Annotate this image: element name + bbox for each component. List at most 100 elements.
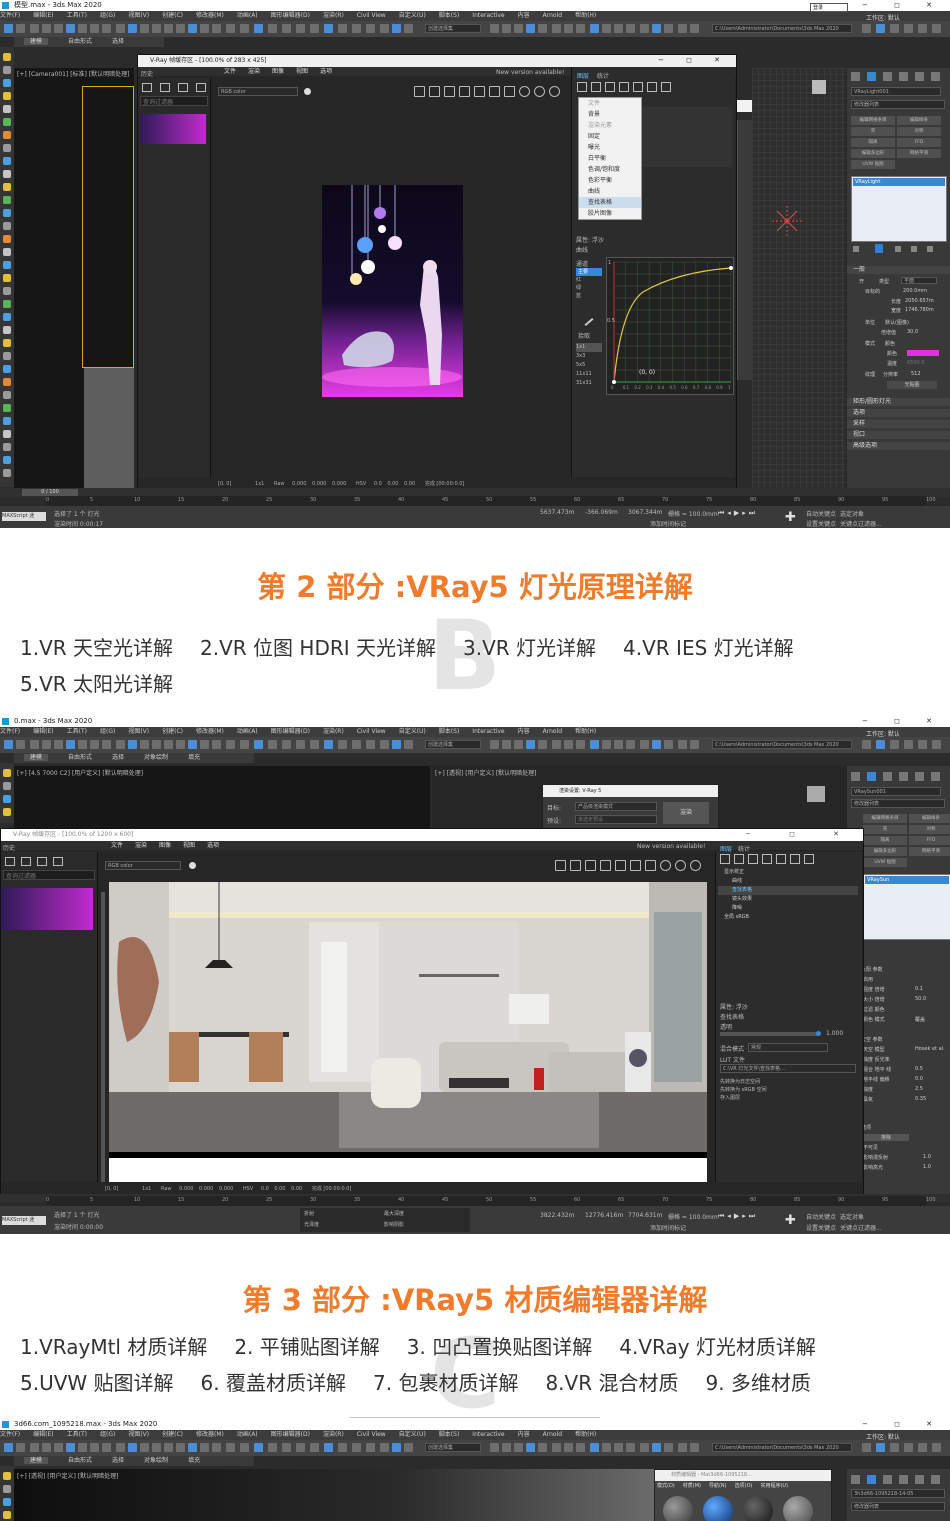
lut-opacity-value[interactable]: 1.000 xyxy=(826,1030,843,1037)
modifier-button[interactable]: 网格平滑 xyxy=(897,149,941,158)
toolbar-button-icon[interactable] xyxy=(576,1443,585,1452)
load-history-icon[interactable] xyxy=(160,83,170,92)
vfb-menu-item[interactable]: 视图 xyxy=(296,68,308,75)
toolbar-button-icon[interactable] xyxy=(338,24,347,33)
menu-item[interactable]: 创建(C) xyxy=(162,1431,183,1438)
lut-option-checkbox[interactable]: 存入图层 xyxy=(720,1094,856,1102)
toolbar-button-icon[interactable] xyxy=(212,740,221,749)
create-tool-icon[interactable] xyxy=(3,326,11,334)
create-tool-icon[interactable] xyxy=(3,391,11,399)
menu-item-3[interactable]: 固定 xyxy=(579,131,641,142)
toolbar-button-icon[interactable] xyxy=(282,740,291,749)
menu-item[interactable]: 组(G) xyxy=(100,1431,115,1438)
toolbar-button-icon[interactable] xyxy=(502,24,511,33)
create-tool-icon[interactable] xyxy=(3,118,11,126)
toolbar-button-icon[interactable] xyxy=(590,1443,599,1452)
create-tool-icon[interactable] xyxy=(3,183,11,191)
create-tool-icon[interactable] xyxy=(3,456,11,464)
selected-dropdown[interactable]: 选定对象 xyxy=(840,1212,864,1221)
sky-param-value[interactable]: Hosek et al. xyxy=(915,1046,945,1052)
create-tool-icon[interactable] xyxy=(3,339,11,347)
show-end-result-icon[interactable] xyxy=(875,244,883,253)
ribbon-tab[interactable]: 对象绘制 xyxy=(144,1457,168,1464)
toolbar-button-icon[interactable] xyxy=(296,740,305,749)
history-filter-input[interactable]: 查询过滤器 xyxy=(3,870,95,880)
vfb-window-controls[interactable]: − ◻ ✕ xyxy=(658,56,730,64)
toolbar-button-icon[interactable] xyxy=(590,24,599,33)
toolbar-button-icon[interactable] xyxy=(862,740,871,749)
utilities-tab-icon[interactable] xyxy=(931,1475,940,1484)
toolbar-button-icon[interactable] xyxy=(66,1443,75,1452)
workspace-label[interactable]: 工作区: 默认 xyxy=(866,729,900,738)
viewcube[interactable] xyxy=(812,80,826,94)
lut-blend-dropdown[interactable]: 常规 xyxy=(748,1043,828,1052)
hierarchy-tab-icon[interactable] xyxy=(883,72,892,81)
menu-item[interactable]: 脚本(S) xyxy=(439,12,460,19)
toolbar-button-icon[interactable] xyxy=(176,1443,185,1452)
coord-x[interactable]: 3822.432m xyxy=(540,1212,574,1219)
toolbar-button-icon[interactable] xyxy=(254,1443,263,1452)
material-menu-item[interactable]: 选项(O) xyxy=(735,1483,753,1489)
toolbar-button-icon[interactable] xyxy=(380,1443,389,1452)
create-tool-icon[interactable] xyxy=(3,222,11,230)
color-circle-icon[interactable] xyxy=(304,88,311,95)
pin-stack-icon[interactable] xyxy=(853,246,859,252)
sky-params-header[interactable]: 天空 参数 xyxy=(861,1036,883,1043)
motion-tab-icon[interactable] xyxy=(899,772,908,781)
rs-preset-dropdown[interactable]: 未选定预设 xyxy=(575,815,657,824)
save-layers-icon[interactable] xyxy=(591,82,601,92)
toolbar-button-icon[interactable] xyxy=(102,1443,111,1452)
region-icon[interactable] xyxy=(600,860,611,871)
toolbar-button-icon[interactable] xyxy=(102,24,111,33)
track-mouse-icon[interactable] xyxy=(489,86,500,97)
redo-icon[interactable] xyxy=(804,854,814,864)
create-tool-icon[interactable] xyxy=(3,79,11,87)
toolbar-button-icon[interactable] xyxy=(626,24,635,33)
viewport-label[interactable]: [+] [Camera001] [标准] [默认明暗处理] xyxy=(17,69,129,78)
menu-item[interactable]: 动画(A) xyxy=(237,1431,258,1438)
window-controls[interactable]: − ◻ ✕ xyxy=(862,716,944,727)
create-tool-icon[interactable] xyxy=(3,300,11,308)
material-slot-1[interactable] xyxy=(663,1496,693,1521)
menu-item-4[interactable]: 曝光 xyxy=(579,142,641,153)
vfb-menu-item[interactable]: 文件 xyxy=(111,842,123,849)
vfb-hsv[interactable]: HSV xyxy=(356,481,366,487)
load-history-icon[interactable] xyxy=(21,857,31,866)
create-tool-icon[interactable] xyxy=(3,157,11,165)
toolbar-button-icon[interactable] xyxy=(324,1443,333,1452)
workspace-label[interactable]: 工作区: 默认 xyxy=(866,1432,900,1441)
menu-item[interactable]: 修改器(M) xyxy=(196,728,224,735)
modifier-button[interactable]: 编辑多边形 xyxy=(863,847,907,856)
toolbar-button-icon[interactable] xyxy=(890,24,899,33)
list-icon[interactable] xyxy=(633,82,643,92)
toolbar-button-icon[interactable] xyxy=(42,740,51,749)
toolbar-button-icon[interactable] xyxy=(268,1443,277,1452)
toolbar-button-icon[interactable] xyxy=(212,1443,221,1452)
project-path-field[interactable]: C:\Users\Administrator\Documents\3ds Max… xyxy=(712,24,852,33)
toolbar-button-icon[interactable] xyxy=(640,24,649,33)
prop-tex-label[interactable]: 纹理 xyxy=(865,371,875,378)
create-tool-icon[interactable] xyxy=(3,287,11,295)
sun-param-value[interactable]: 0.1 xyxy=(915,986,923,992)
region-icon[interactable] xyxy=(459,86,470,97)
create-tool-icon[interactable] xyxy=(3,105,11,113)
toolbar-button-icon[interactable] xyxy=(890,1443,899,1452)
modifier-button[interactable]: 编辑网格条目 xyxy=(851,116,895,125)
toolbar-button-icon[interactable] xyxy=(380,740,389,749)
menu-item-5[interactable]: 白平衡 xyxy=(579,153,641,164)
rollout-header[interactable]: 视口 xyxy=(847,431,950,439)
create-tool-icon[interactable] xyxy=(3,769,11,777)
toolbar-button-icon[interactable] xyxy=(128,740,137,749)
toolbar-button-icon[interactable] xyxy=(552,24,561,33)
clear-layers-icon[interactable] xyxy=(619,82,629,92)
toolbar-button-icon[interactable] xyxy=(66,740,75,749)
toolbar-button-icon[interactable] xyxy=(226,740,235,749)
modifier-button[interactable]: 对称 xyxy=(897,127,941,136)
menu-item[interactable]: 内容 xyxy=(518,12,530,19)
rollout-header[interactable]: 矩形/圆形灯光 xyxy=(847,398,950,406)
modifier-button[interactable]: 网格平滑 xyxy=(909,847,950,856)
vfb-raw[interactable]: Raw xyxy=(161,1186,172,1192)
toolbar-button-icon[interactable] xyxy=(640,1443,649,1452)
toolbar-button-icon[interactable] xyxy=(404,740,413,749)
create-tool-icon[interactable] xyxy=(3,1472,11,1480)
